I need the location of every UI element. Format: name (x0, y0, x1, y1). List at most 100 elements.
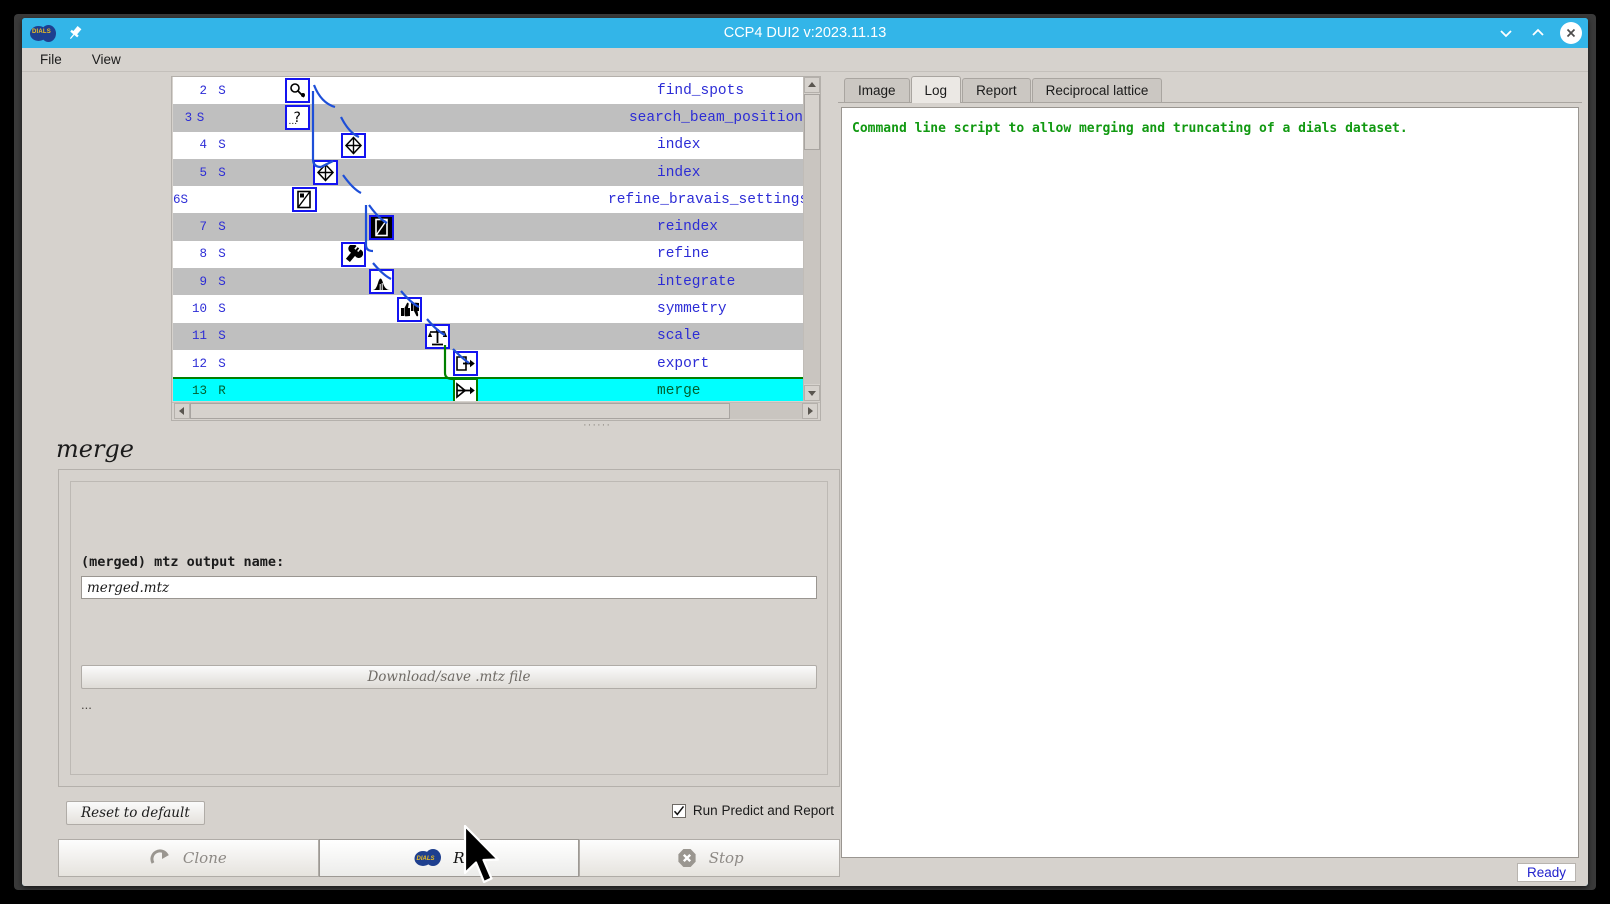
scroll-left-icon[interactable] (174, 403, 190, 419)
table-row[interactable]: 12 Sexport (173, 349, 803, 378)
row-icon-cell (188, 186, 608, 213)
row-label: scale (657, 328, 701, 345)
log-view[interactable]: Command line script to allow merging and… (841, 107, 1579, 858)
tree-horizontal-scrollbar[interactable] (172, 402, 820, 420)
clone-button[interactable]: Clone (58, 839, 319, 877)
question-mark-icon[interactable]: ?... (284, 105, 310, 131)
row-number: 4 (199, 138, 207, 153)
table-row[interactable]: 4 Sindex (173, 131, 803, 159)
row-label: export (657, 355, 710, 372)
scroll-down-icon[interactable] (804, 385, 820, 401)
parameters-inner: (merged) mtz output name: Download/save … (70, 481, 828, 775)
table-row[interactable]: 8 Srefine (173, 240, 803, 269)
status-badge: Ready (1516, 862, 1576, 882)
minimize-button[interactable] (1496, 23, 1516, 43)
export-arrow-icon[interactable] (453, 351, 478, 377)
stop-label: Stop (708, 849, 744, 867)
row-icon-cell (237, 241, 657, 268)
page-title: merge (56, 435, 134, 463)
run-button[interactable]: DIALS Run (318, 839, 580, 877)
row-status: S (180, 192, 189, 207)
row-icon-cell (237, 268, 657, 295)
close-button[interactable] (1560, 22, 1582, 44)
tree-vertical-scrollbar[interactable] (803, 77, 820, 401)
wrench-icon[interactable] (341, 241, 366, 267)
row-status: S (218, 274, 226, 289)
pin-icon[interactable] (66, 24, 84, 42)
menu-bar: File View (22, 48, 1588, 72)
table-row[interactable]: 3 S?... search_beam_position (173, 104, 803, 132)
output-tabs: Image Log Report Reciprocal lattice (838, 76, 1582, 103)
scroll-up-icon[interactable] (804, 77, 820, 93)
tree-vscroll-thumb[interactable] (804, 94, 820, 150)
window-controls (1496, 18, 1582, 48)
row-icon-cell: ?... (209, 104, 629, 131)
dials-logo-icon: DIALS (30, 24, 56, 42)
crosshair-diamond-icon[interactable] (313, 160, 338, 186)
merge-arrow-icon[interactable] (453, 378, 478, 401)
maximize-button[interactable] (1528, 23, 1548, 43)
peak-profile-icon[interactable] (369, 269, 394, 295)
row-icon-cell (237, 159, 657, 186)
checkbox-box[interactable] (671, 803, 686, 818)
row-status: S (218, 329, 226, 344)
lattice-cell-icon[interactable] (292, 187, 318, 213)
download-save-mtz-button[interactable]: Download/save .mtz file (81, 665, 817, 689)
tab-reciprocal-lattice[interactable]: Reciprocal lattice (1031, 78, 1163, 102)
row-status: S (218, 247, 226, 262)
table-row[interactable]: 5 Sindex (173, 158, 803, 187)
row-icon-cell (237, 377, 657, 401)
tab-report[interactable]: Report (962, 78, 1031, 102)
table-row[interactable]: 7 Sreindex (173, 213, 803, 241)
row-number: 3 (184, 110, 193, 125)
row-label: refine_bravais_settings (608, 191, 803, 208)
tree-hscroll-thumb[interactable] (190, 403, 730, 419)
row-icon-cell (237, 323, 657, 350)
row-label: index (657, 164, 701, 181)
tree-vscroll-track[interactable] (804, 94, 820, 384)
mtz-output-name-input[interactable] (81, 576, 817, 599)
balance-scale-icon[interactable] (425, 323, 450, 349)
svg-text:...: ... (288, 117, 297, 127)
row-icon-cell (237, 214, 657, 241)
magnifier-spot-icon[interactable] (285, 78, 310, 104)
table-row[interactable]: 6 Srefine_bravais_settings (173, 186, 803, 214)
row-number: 5 (199, 165, 207, 180)
tree-hscroll-track[interactable] (190, 403, 802, 419)
table-row[interactable]: 2 Sfind_spots (173, 77, 803, 105)
row-number: 11 (191, 329, 207, 344)
row-status: S (218, 302, 226, 317)
row-label: refine (657, 246, 710, 263)
pane-splitter-grip[interactable]: ······ (577, 420, 617, 431)
row-number: 10 (191, 302, 207, 317)
row-icon-cell (237, 350, 657, 377)
row-number: 9 (199, 274, 207, 289)
scroll-right-icon[interactable] (802, 403, 818, 419)
pipeline-tree: 2 Sfind_spots 3 S?... search_beam_position 4 S… (171, 76, 821, 431)
dials-logo-icon: DIALS (414, 848, 442, 868)
row-number: 12 (191, 356, 207, 371)
table-row[interactable]: 9 Sintegrate (173, 268, 803, 296)
crosshair-diamond-icon[interactable] (341, 132, 366, 158)
row-number: 8 (199, 247, 207, 262)
reindex-icon[interactable] (369, 214, 394, 240)
more-options-ellipsis[interactable]: ... (81, 697, 817, 712)
row-status: S (218, 165, 226, 180)
tab-log[interactable]: Log (910, 76, 962, 103)
row-icon-cell (237, 132, 657, 159)
menu-item-file[interactable]: File (36, 50, 66, 69)
right-pane: Image Log Report Reciprocal lattice Command… (838, 76, 1582, 886)
row-number: 13 (191, 383, 207, 398)
table-row[interactable]: 11 Sscale (173, 322, 803, 350)
row-label: reindex (657, 219, 718, 236)
row-label: integrate (657, 273, 736, 290)
stop-button[interactable]: Stop (579, 839, 841, 877)
thumbs-icon[interactable] (397, 296, 422, 322)
tab-image[interactable]: Image (844, 78, 910, 102)
table-row[interactable]: 13 Rmerge (173, 377, 803, 401)
row-status: S (218, 356, 226, 371)
run-predict-and-report-checkbox[interactable]: Run Predict and Report (671, 803, 834, 818)
reset-to-default-button[interactable]: Reset to default (66, 801, 205, 825)
menu-item-view[interactable]: View (88, 50, 125, 69)
table-row[interactable]: 10 Ssymmetry (173, 295, 803, 323)
